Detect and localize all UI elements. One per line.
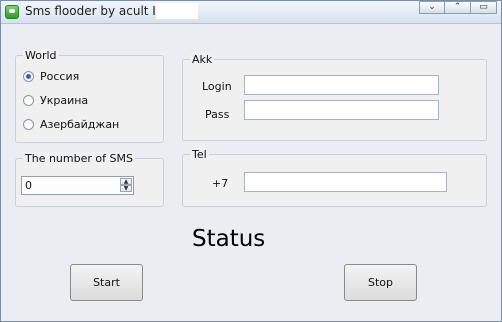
sms-count-group: The number of SMS 0 ▲ ▼	[15, 152, 164, 207]
status-label: Status	[192, 226, 266, 252]
window-controls: ⌄ ⌃ ▭	[419, 1, 497, 14]
tel-prefix-label: +7	[212, 177, 229, 190]
stepper-buttons: ▲ ▼	[120, 178, 132, 193]
world-legend: World	[23, 49, 59, 62]
world-group: World Россия Украина Азербайджан	[15, 49, 164, 143]
radio-ukraine[interactable]	[23, 95, 34, 106]
sms-app-icon	[5, 5, 19, 19]
radio-azerbaijan[interactable]	[23, 119, 34, 130]
sms-count-legend: The number of SMS	[23, 152, 135, 165]
stepper-up-icon[interactable]: ▲	[120, 178, 132, 185]
stepper-down-icon[interactable]: ▼	[120, 185, 132, 192]
pass-field[interactable]	[244, 100, 439, 120]
title-bar[interactable]: Sms flooder by acult ICQ: ⌄ ⌃ ▭	[1, 1, 501, 24]
tel-group: Tel +7	[182, 148, 487, 207]
minimize-icon: ⌄	[428, 2, 436, 12]
close-icon: ▭	[479, 2, 488, 12]
sms-count-value: 0	[25, 179, 32, 192]
login-field[interactable]	[244, 75, 439, 95]
tel-legend: Tel	[190, 148, 209, 161]
akk-legend: Akk	[190, 53, 215, 66]
redacted-icq-area	[156, 3, 198, 19]
stop-button[interactable]: Stop	[344, 264, 417, 301]
pass-label: Pass	[205, 108, 230, 121]
minimize-button[interactable]: ⌄	[419, 1, 445, 14]
close-button[interactable]: ▭	[471, 1, 497, 14]
start-button[interactable]: Start	[70, 264, 143, 301]
radio-ukraine-row[interactable]: Украина	[23, 94, 88, 107]
radio-azerbaijan-row[interactable]: Азербайджан	[23, 118, 119, 131]
maximize-icon: ⌃	[453, 2, 462, 12]
main-window: Sms flooder by acult ICQ: ⌄ ⌃ ▭ World Ро…	[0, 0, 502, 322]
sms-count-stepper[interactable]: 0 ▲ ▼	[21, 176, 134, 195]
window-title: Sms flooder by acult ICQ:	[25, 4, 178, 18]
radio-ukraine-label: Украина	[40, 94, 89, 107]
radio-russia[interactable]	[23, 71, 34, 82]
radio-russia-label: Россия	[40, 70, 80, 83]
tel-field[interactable]	[244, 172, 447, 192]
radio-azerbaijan-label: Азербайджан	[40, 118, 120, 131]
radio-russia-row[interactable]: Россия	[23, 70, 79, 83]
login-label: Login	[202, 80, 232, 93]
akk-group: Akk Login Pass	[182, 53, 487, 141]
maximize-button[interactable]: ⌃	[445, 1, 471, 14]
